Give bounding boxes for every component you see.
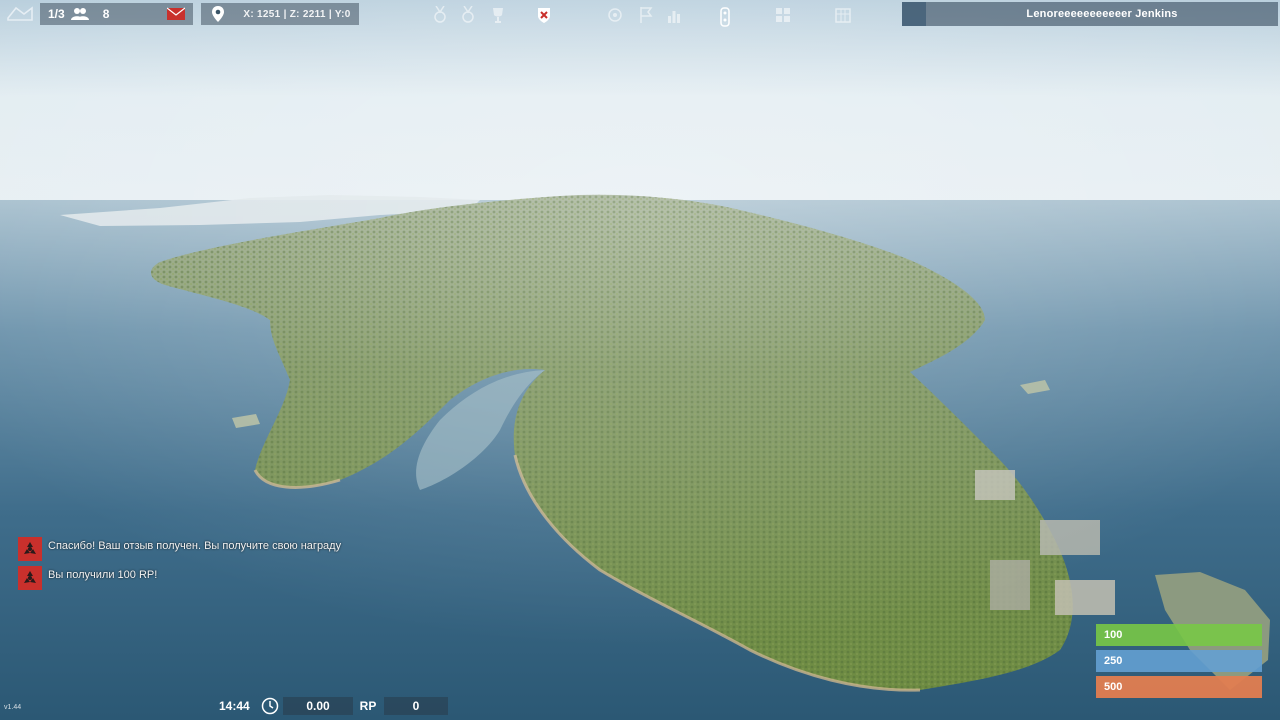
notification-text: Спасибо! Ваш отзыв получен. Вы получите … [48, 540, 342, 552]
clock-time: 14:44 [219, 699, 250, 713]
squad-indicator[interactable]: 1/3 8 [40, 3, 194, 25]
notification-item: Вы получили 100 RP! [18, 566, 348, 590]
xp-value: 250 [1104, 655, 1123, 667]
xp-bar-blue: 250 [1096, 650, 1262, 672]
xp-bar-green: 100 [1096, 624, 1262, 646]
marker-icon[interactable] [719, 6, 733, 27]
location-pin-icon [209, 6, 227, 22]
trophy-icon[interactable] [491, 6, 505, 24]
xp-bars: 100 250 500 [1096, 624, 1262, 702]
version-label: v1.44 [4, 704, 22, 711]
shield-badge-icon[interactable] [537, 6, 551, 24]
player-name: Lenoreeeeeeeeeeer Jenkins [1026, 8, 1178, 20]
coordinates-text: X: 1251 | Z: 2211 | Y:0 [243, 8, 351, 20]
currency-count: 0 [384, 697, 448, 715]
flag-icon[interactable] [639, 6, 653, 24]
top-left-cluster: 1/3 8 X: 1251 | Z: 2211 | Y:0 [0, 2, 361, 26]
rp-label: RP [359, 699, 377, 713]
notification-feed: Спасибо! Ваш отзыв получен. Вы получите … [18, 537, 348, 595]
world-view [0, 0, 1280, 720]
notification-text: Вы получили 100 RP! [48, 569, 158, 581]
hazard-icon [18, 566, 42, 590]
friends-count: 8 [102, 7, 110, 21]
medal-icon[interactable] [461, 5, 475, 24]
game-logo-icon[interactable] [0, 2, 40, 26]
top-center-icons [425, 2, 855, 28]
squad-count: 1/3 [48, 7, 65, 21]
bottom-hud-bar: v1.44 14:44 0.00 RP 0 [0, 694, 1280, 718]
mail-icon[interactable] [167, 6, 186, 22]
grid-icon[interactable] [775, 6, 790, 24]
hazard-icon [18, 537, 42, 561]
crate-icon[interactable] [835, 6, 851, 24]
xp-value: 500 [1104, 681, 1123, 693]
medal-icon[interactable] [433, 5, 447, 24]
top-hud-bar: 1/3 8 X: 1251 | Z: 2211 | Y:0 Lenoreeeee… [0, 0, 1280, 28]
avatar [902, 2, 926, 26]
clock-icon [261, 697, 279, 715]
notification-item: Спасибо! Ваш отзыв получен. Вы получите … [18, 537, 348, 561]
friends-icon [70, 6, 89, 22]
player-profile-bar[interactable]: Lenoreeeeeeeeeeer Jenkins [902, 2, 1278, 26]
target-icon[interactable] [607, 6, 622, 24]
ranking-icon[interactable] [667, 6, 681, 24]
rp-balance: 0.00 [283, 697, 353, 715]
location-readout: X: 1251 | Z: 2211 | Y:0 [201, 3, 359, 25]
xp-value: 100 [1104, 629, 1123, 641]
